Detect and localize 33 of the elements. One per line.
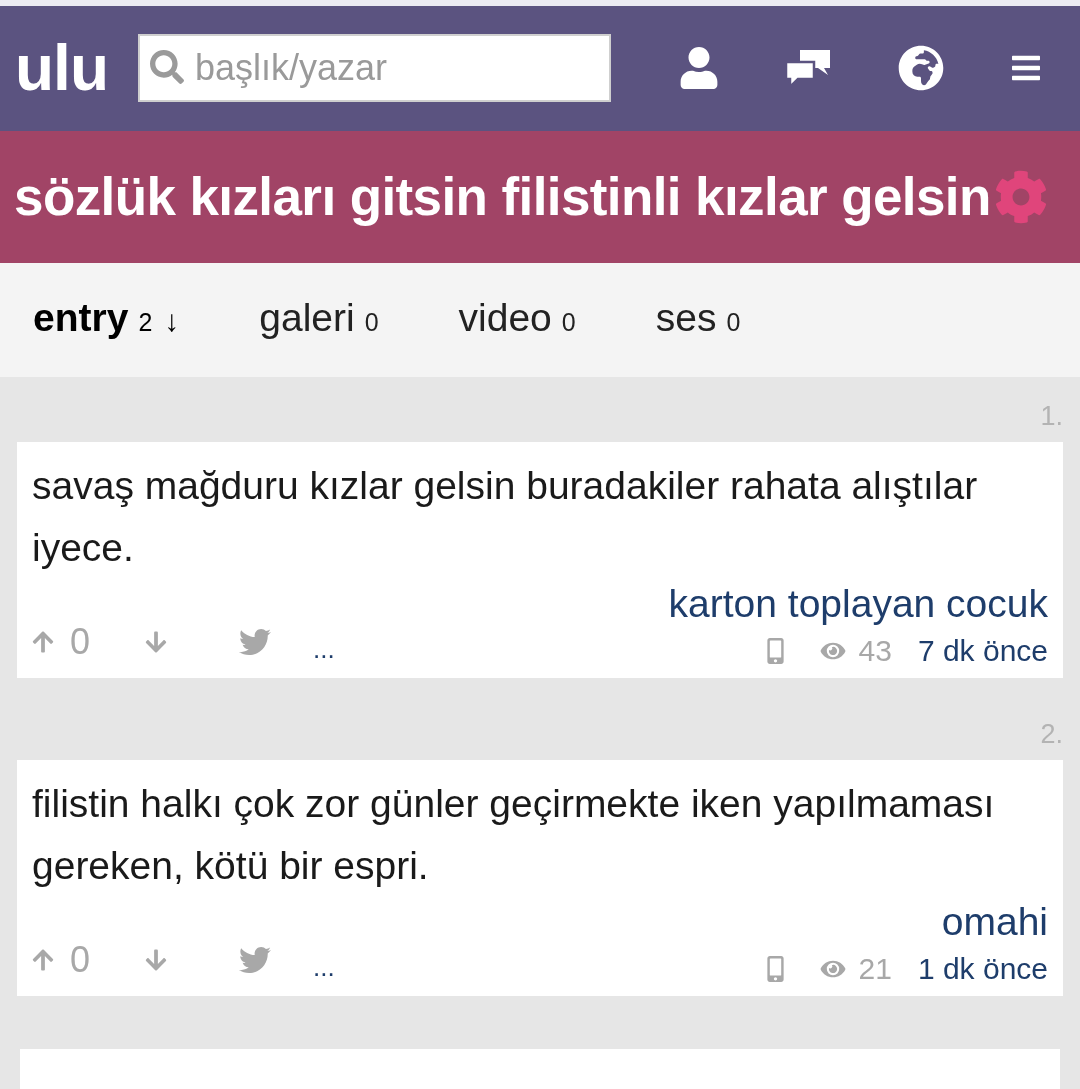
- upvote-icon[interactable]: [32, 630, 54, 654]
- upvote-icon[interactable]: [32, 948, 54, 972]
- site-logo[interactable]: ulu: [15, 36, 123, 101]
- entry-text: savaş mağduru kızlar gelsin buradakiler rahata alıştılar iyece.: [32, 463, 979, 571]
- search-icon: [150, 50, 184, 85]
- tab[interactable]: galeri 0: [259, 295, 379, 346]
- tab[interactable]: entry 2 ↓: [33, 295, 180, 346]
- globe-icon[interactable]: [897, 45, 944, 92]
- author-link[interactable]: omahi: [941, 900, 1048, 944]
- phone-icon: [766, 638, 784, 664]
- downvote-icon[interactable]: [145, 948, 168, 972]
- settings-icon[interactable]: [993, 170, 1048, 225]
- topic-title: sözlük kızları gitsin filistinli kızlar gelsin: [14, 166, 991, 229]
- user-icon[interactable]: [679, 47, 719, 90]
- twitter-bird-icon[interactable]: [237, 944, 274, 976]
- eye-icon: [818, 640, 847, 662]
- phone-icon: [766, 956, 784, 982]
- more-button[interactable]: ...: [313, 954, 335, 980]
- entry-text: filistin halkı çok zor günler geçirmekte iken yapılmaması gereken, kötü bir espri.: [32, 781, 996, 889]
- vote-count: 0: [70, 940, 91, 980]
- vote-count: 0: [70, 622, 91, 662]
- tab[interactable]: video 0: [458, 295, 576, 346]
- view-count: 21: [858, 952, 892, 986]
- more-button[interactable]: ...: [313, 636, 335, 662]
- twitter-bird-icon[interactable]: [237, 626, 274, 658]
- view-count: 43: [858, 634, 892, 668]
- tab[interactable]: ses 0: [655, 295, 741, 346]
- downvote-icon[interactable]: [145, 630, 168, 654]
- eye-icon: [818, 958, 847, 980]
- entry-time-link[interactable]: 1 dk önce: [917, 952, 1048, 986]
- search-field[interactable]: başlık/yazar: [138, 34, 611, 103]
- entry-time-link[interactable]: 7 dk önce: [917, 634, 1048, 668]
- author-link[interactable]: karton toplayan cocuk: [668, 582, 1048, 626]
